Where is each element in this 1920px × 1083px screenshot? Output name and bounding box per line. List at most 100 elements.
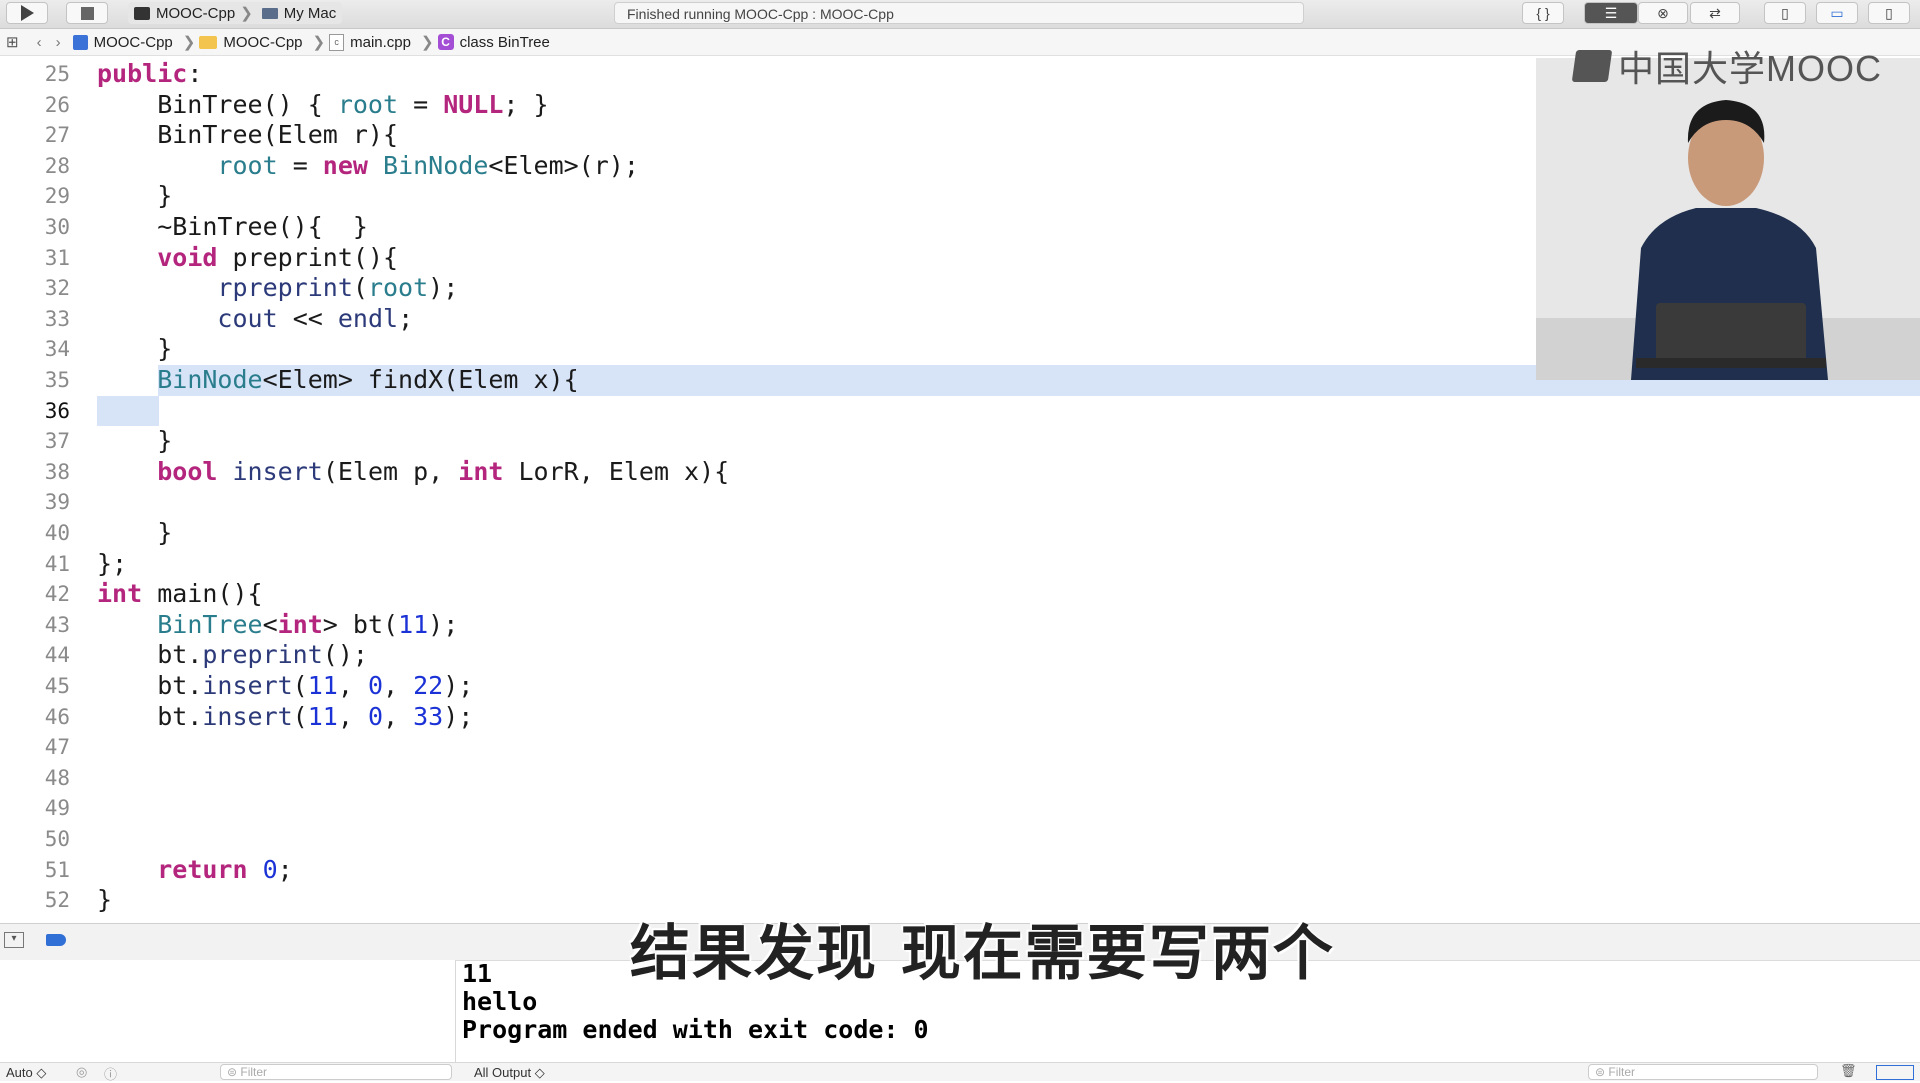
code-line[interactable]: 49 [0, 793, 1920, 824]
filter-placeholder: Filter [240, 1065, 268, 1079]
scheme-selector[interactable]: MOOC-Cpp ❯ My Mac [128, 2, 343, 24]
line-code: bool insert(Elem p, int LorR, Elem x){ [157, 456, 730, 486]
output-selector[interactable]: All Output ◇ [474, 1065, 545, 1081]
class-icon: C [437, 34, 454, 50]
line-code: bt.insert(11, 0, 22); [97, 671, 474, 700]
braces-icon[interactable]: { } [1522, 2, 1564, 24]
line-number: 29 [44, 184, 70, 209]
line-code: } [97, 426, 173, 456]
lecturer-video [1536, 58, 1920, 380]
line-number: 27 [44, 123, 70, 148]
variables-filter-input[interactable]: ⊜ Filter [220, 1064, 452, 1080]
code-line[interactable]: 45 bt.insert(11, 0, 22); [0, 671, 1920, 702]
line-number: 28 [44, 153, 70, 178]
line-number: 35 [44, 368, 70, 392]
code-line[interactable]: 41}; [0, 549, 1920, 580]
debug-area-toggle-icon[interactable]: ▭ [1816, 2, 1858, 24]
line-code: bt.preprint(); [97, 640, 368, 670]
line-code: BinTree(Elem r){ [97, 120, 399, 150]
auto-selector[interactable]: Auto ◇ [6, 1065, 46, 1081]
breadcrumb-label: main.cpp [350, 33, 411, 51]
line-code: return 0; [157, 854, 293, 884]
line-number: 39 [44, 490, 70, 515]
navigator-toggle-icon[interactable]: ▯ [1764, 2, 1806, 24]
line-code: cout << endl; [217, 303, 414, 333]
line-number: 51 [44, 857, 70, 882]
code-line[interactable]: 46 bt.insert(11, 0, 33); [0, 702, 1920, 733]
code-line[interactable]: 44 bt.preprint(); [0, 640, 1920, 671]
quick-look-icon[interactable]: ◎ [76, 1064, 87, 1080]
assistant-editor-icon[interactable]: ⊗ [1638, 2, 1688, 24]
line-code: rpreprint(root); [217, 273, 459, 303]
code-line[interactable]: 43 BinTree<int> bt(11); [0, 610, 1920, 641]
code-line[interactable]: 42 int main(){ [0, 579, 1920, 610]
related-items-icon[interactable]: ⊞ [6, 33, 19, 51]
breadcrumb-project[interactable]: MOOC-Cpp [72, 34, 173, 51]
line-code: BinTree() { root = NULL; } [97, 89, 549, 119]
split-view-icon[interactable] [1876, 1065, 1914, 1080]
code-line[interactable]: 50 [0, 824, 1920, 855]
mooc-logo-mark [1571, 50, 1613, 82]
line-number: 31 [44, 245, 70, 270]
line-code: root = new BinNode<Elem>(r); [217, 150, 639, 180]
line-number: 32 [44, 276, 70, 301]
debug-bottom-bar: Auto ◇ ◎ ⓘ ⊜ Filter All Output ◇ ⊜ Filte… [0, 1062, 1920, 1083]
line-number: 44 [44, 643, 70, 668]
line-number: 36 [44, 398, 70, 423]
status-text: Finished running MOOC-Cpp : MOOC-Cpp [627, 6, 894, 22]
line-number: 38 [44, 459, 70, 484]
line-number: 47 [44, 735, 70, 760]
breadcrumb-symbol[interactable]: C class BinTree [437, 34, 550, 51]
version-editor-icon[interactable]: ⇄ [1690, 2, 1740, 24]
logo-text: 中国大学MOOC [1618, 48, 1882, 89]
breadcrumb-file[interactable]: c main.cpp [329, 33, 411, 51]
code-line[interactable]: 36 [0, 396, 1920, 427]
code-line[interactable]: 37 } [0, 426, 1920, 457]
mac-icon [261, 7, 278, 19]
line-code: BinNode<Elem> findX(Elem x){ [157, 365, 579, 394]
code-line[interactable]: 48 [0, 763, 1920, 794]
hide-debug-area-icon[interactable]: ▾ [4, 932, 24, 948]
console-line: Program ended with exit code: 0 [462, 1015, 929, 1044]
scheme-name: MOOC-Cpp [156, 4, 236, 22]
line-number: 33 [44, 306, 70, 331]
breadcrumb-separator: ❯ [420, 34, 434, 51]
line-code: BinTree<int> bt(11); [157, 609, 459, 639]
back-arrow-icon[interactable]: ‹ [37, 34, 42, 51]
line-code: } [97, 181, 173, 211]
line-code: ~BinTree(){ } [97, 212, 368, 241]
line-code: void preprint(){ [157, 242, 399, 272]
mooc-logo: 中国大学MOOC [1571, 46, 1882, 89]
trash-icon[interactable]: 🗑 [1840, 1063, 1857, 1079]
utilities-toggle-icon[interactable]: ▯ [1868, 2, 1910, 24]
line-code: } [97, 518, 173, 547]
breakpoints-toggle-icon[interactable] [46, 934, 66, 946]
code-line[interactable]: 47 [0, 732, 1920, 763]
run-button[interactable] [6, 2, 48, 24]
variables-view [0, 960, 456, 1065]
line-number: 26 [44, 92, 70, 117]
breadcrumb-folder[interactable]: MOOC-Cpp [199, 33, 303, 51]
standard-editor-icon[interactable]: ☰ [1584, 2, 1638, 24]
filter-placeholder: Filter [1608, 1065, 1636, 1079]
line-number: 30 [44, 215, 70, 239]
breadcrumb-label: MOOC-Cpp [223, 33, 303, 51]
info-icon[interactable]: ⓘ [104, 1064, 117, 1083]
line-number: 37 [44, 429, 70, 454]
code-line[interactable]: 40 } [0, 518, 1920, 549]
line-number: 34 [44, 337, 70, 362]
code-line[interactable]: 38 bool insert(Elem p, int LorR, Elem x)… [0, 457, 1920, 488]
window-toolbar: MOOC-Cpp ❯ My Mac Finished running MOOC-… [0, 0, 1920, 29]
line-number: 42 [44, 582, 70, 607]
console-filter-input[interactable]: ⊜ Filter [1588, 1064, 1818, 1080]
activity-status: Finished running MOOC-Cpp : MOOC-Cpp [614, 2, 1304, 24]
code-line[interactable]: 39 [0, 487, 1920, 518]
terminal-app-icon [134, 6, 150, 20]
forward-arrow-icon[interactable]: › [56, 34, 61, 51]
line-code: } [97, 885, 113, 915]
stop-button[interactable] [66, 2, 108, 24]
console-line: hello [462, 987, 538, 1016]
line-number: 41 [44, 551, 70, 576]
line-number: 43 [44, 612, 70, 637]
code-line[interactable]: 51 return 0; [0, 855, 1920, 886]
